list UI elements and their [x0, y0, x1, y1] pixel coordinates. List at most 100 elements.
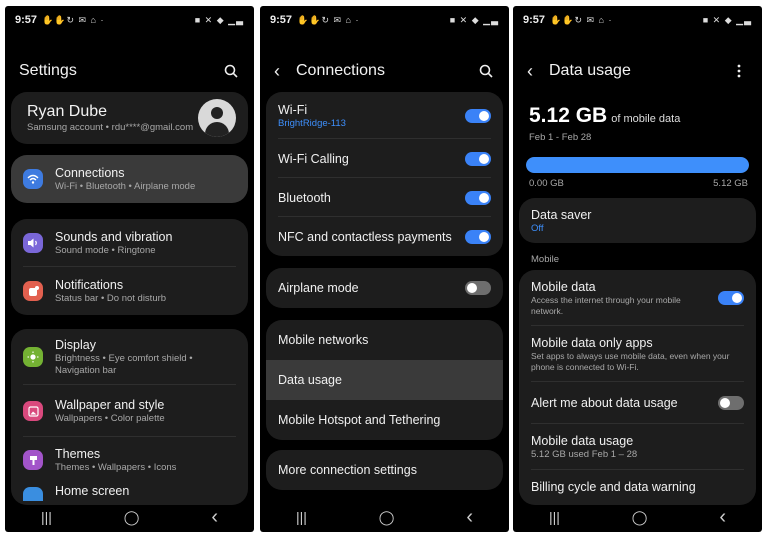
airplane-label: Airplane mode [278, 281, 359, 295]
bluetooth-row[interactable]: Bluetooth [266, 178, 503, 217]
more-options-icon[interactable] [730, 62, 748, 80]
airplane-toggle[interactable] [465, 281, 491, 295]
back-button[interactable]: ‹ [211, 506, 218, 529]
back-button[interactable]: ‹ [719, 506, 726, 529]
recents-button[interactable]: ||| [296, 509, 307, 525]
settings-item-display[interactable]: Display Brightness • Eye comfort shield … [11, 329, 248, 385]
recents-button[interactable]: ||| [41, 509, 52, 525]
home-button[interactable]: ◯ [379, 509, 395, 526]
status-time: 9:57 [523, 14, 546, 26]
mobile-networks-label: Mobile networks [278, 333, 369, 347]
status-time: 9:57 [270, 14, 293, 26]
settings-item-sub: Wi-Fi • Bluetooth • Airplane mode [55, 181, 196, 192]
mobile-data-only-apps-row[interactable]: Mobile data only apps Set apps to always… [519, 326, 756, 382]
back-arrow-icon[interactable]: ‹ [527, 61, 549, 82]
settings-item-label: Sounds and vibration [55, 230, 173, 244]
wifi-calling-toggle[interactable] [465, 151, 491, 166]
home-button[interactable]: ◯ [124, 509, 140, 526]
page-title: Data usage [549, 62, 631, 79]
settings-group-sound: Sounds and vibration Sound mode • Ringto… [11, 219, 248, 315]
billing-row[interactable]: Billing cycle and data warning [519, 470, 756, 505]
nfc-label: NFC and contactless payments [278, 229, 452, 244]
home-button[interactable]: ◯ [632, 509, 648, 526]
section-header-mobile: Mobile [531, 254, 559, 265]
navigation-bar: ||| ◯ ‹ [513, 502, 762, 532]
data-saver-label: Data saver [531, 207, 592, 222]
back-arrow-icon[interactable]: ‹ [274, 61, 296, 82]
connections-group-networks: Mobile networks Data usage Mobile Hotspo… [266, 320, 503, 440]
settings-item-themes[interactable]: Themes Themes • Wallpapers • Icons [11, 437, 248, 483]
data-usage-row[interactable]: Data usage [266, 360, 503, 400]
bluetooth-toggle[interactable] [465, 190, 491, 205]
usage-amount: 5.12 GB [529, 104, 608, 127]
usage-summary: 5.12 GB of mobile data Feb 1 - Feb 28 [529, 104, 750, 144]
wifi-calling-row[interactable]: Wi-Fi Calling [266, 139, 503, 178]
mobile-data-row[interactable]: Mobile data Access the internet through … [519, 270, 756, 326]
system-icons: ■ ✕ ◆ ▁▃ [702, 14, 752, 25]
more-settings-row[interactable]: More connection settings [266, 450, 503, 490]
settings-group-display: Display Brightness • Eye comfort shield … [11, 329, 248, 505]
mobile-networks-row[interactable]: Mobile networks [266, 320, 503, 360]
data-saver-row[interactable]: Data saver Off [519, 198, 756, 243]
themes-icon [23, 450, 43, 470]
wallpaper-icon [23, 401, 43, 421]
notification-icons: ✋✋↻ ✉ ⌂ · [297, 14, 360, 25]
data-usage-header: ‹ Data usage [513, 56, 762, 86]
billing-label: Billing cycle and data warning [531, 480, 696, 494]
nfc-toggle[interactable] [465, 229, 491, 244]
wifi-toggle[interactable] [465, 108, 491, 123]
status-bar: 9:57 ✋✋↻ ✉ ⌂ · ■ ✕ ◆ ▁▃ [5, 6, 254, 34]
notification-icons: ✋✋↻ ✉ ⌂ · [550, 14, 613, 25]
recents-button[interactable]: ||| [549, 509, 560, 525]
usage-period: Feb 1 - Feb 28 [529, 132, 592, 143]
alert-row[interactable]: Alert me about data usage [519, 382, 756, 424]
only-apps-sub: Set apps to always use mobile data, even… [531, 351, 730, 372]
profile-card[interactable]: Ryan Dube Samsung account • rdu****@gmai… [11, 92, 248, 144]
airplane-row[interactable]: Airplane mode [266, 268, 503, 308]
settings-item-label: Notifications [55, 278, 124, 292]
nfc-row[interactable]: NFC and contactless payments [266, 217, 503, 256]
system-icons: ■ ✕ ◆ ▁▃ [449, 14, 499, 25]
back-button[interactable]: ‹ [466, 506, 473, 529]
mobile-data-toggle[interactable] [718, 291, 744, 305]
usage-progress-bar [526, 157, 749, 173]
usage-scale: 0.00 GB 5.12 GB [529, 178, 748, 190]
notification-icons: ✋✋↻ ✉ ⌂ · [42, 14, 105, 25]
profile-name: Ryan Dube [27, 103, 108, 120]
data-saver-card: Data saver Off [519, 198, 756, 243]
status-bar: 9:57 ✋✋↻ ✉ ⌂ · ■ ✕ ◆ ▁▃ [260, 6, 509, 34]
wifi-calling-label: Wi-Fi Calling [278, 151, 349, 166]
navigation-bar: ||| ◯ ‹ [260, 502, 509, 532]
bluetooth-label: Bluetooth [278, 190, 331, 205]
status-time: 9:57 [15, 14, 38, 26]
wifi-row[interactable]: Wi-Fi BrightRidge-113 [266, 92, 503, 139]
settings-item-sub: Brightness • Eye comfort shield • Naviga… [55, 353, 193, 376]
settings-item-connections[interactable]: Connections Wi-Fi • Bluetooth • Airplane… [11, 155, 248, 203]
hotspot-row[interactable]: Mobile Hotspot and Tethering [266, 400, 503, 440]
search-icon[interactable] [477, 62, 495, 80]
settings-item-label: Themes [55, 447, 101, 461]
usage-scale-max: 5.12 GB [713, 178, 748, 189]
mobile-data-usage-row[interactable]: Mobile data usage 5.12 GB used Feb 1 – 2… [519, 424, 756, 470]
system-icons: ■ ✕ ◆ ▁▃ [194, 14, 244, 25]
speaker-icon [23, 233, 43, 253]
mobile-data-label: Mobile data [531, 280, 596, 294]
alert-toggle[interactable] [718, 396, 744, 410]
connections-header: ‹ Connections [260, 56, 509, 86]
settings-item-sub: Status bar • Do not disturb [55, 293, 167, 304]
status-bar: 9:57 ✋✋↻ ✉ ⌂ · ■ ✕ ◆ ▁▃ [513, 6, 762, 34]
wifi-icon [23, 169, 43, 189]
settings-item-wallpaper[interactable]: Wallpaper and style Wallpapers • Color p… [11, 385, 248, 437]
settings-item-notifications[interactable]: Notifications Status bar • Do not distur… [11, 267, 248, 315]
search-icon[interactable] [222, 62, 240, 80]
avatar[interactable] [198, 99, 236, 137]
settings-item-label: Home screen [55, 484, 130, 498]
settings-item-sounds[interactable]: Sounds and vibration Sound mode • Ringto… [11, 219, 248, 267]
settings-item-label: Display [55, 338, 96, 352]
navigation-bar: ||| ◯ ‹ [5, 502, 254, 532]
data-usage-screen: 9:57 ✋✋↻ ✉ ⌂ · ■ ✕ ◆ ▁▃ ‹ Data usage 5.1… [513, 6, 762, 532]
page-title: Settings [19, 62, 77, 79]
mobile-usage-label: Mobile data usage [531, 434, 634, 448]
settings-item-label: Connections [55, 166, 125, 180]
settings-item-sub: Sound mode • Ringtone [55, 245, 156, 256]
